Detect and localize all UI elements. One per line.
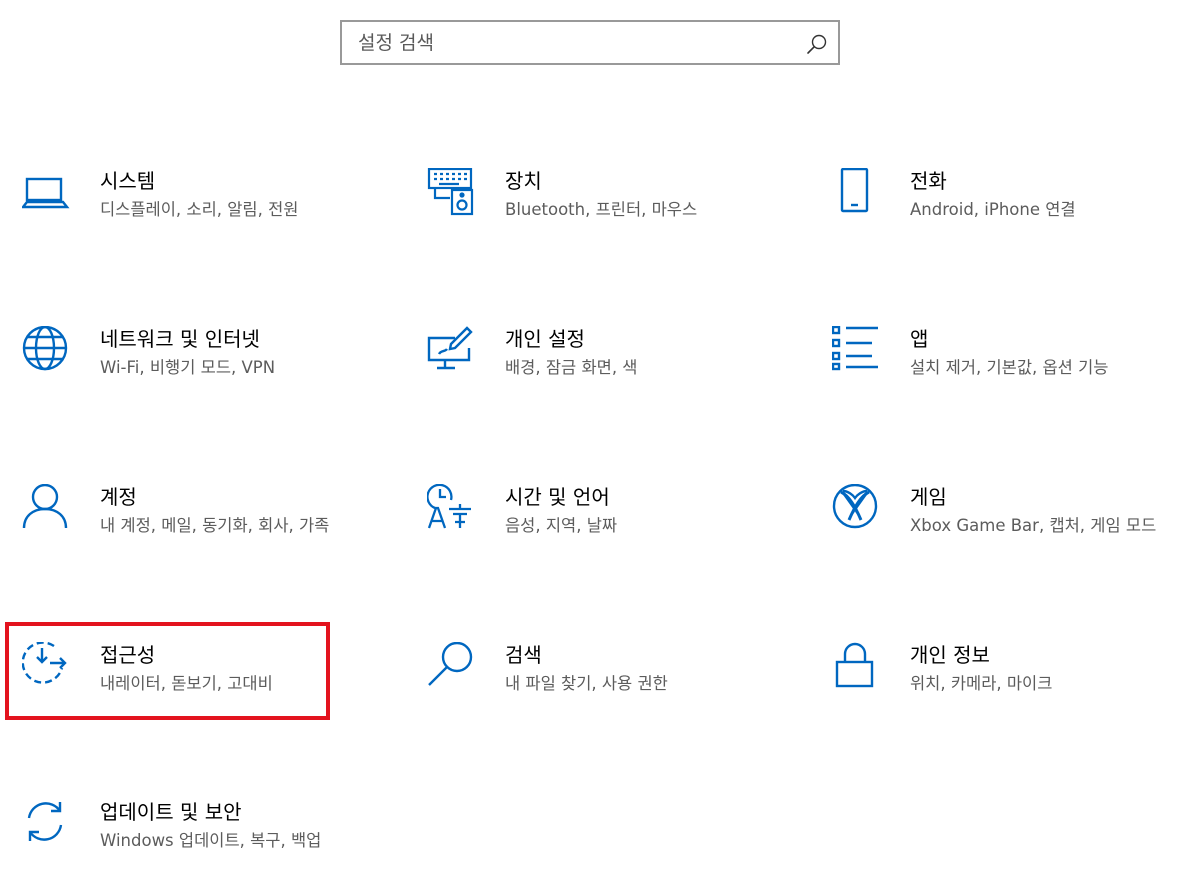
- laptop-icon: [22, 168, 72, 218]
- tile-privacy[interactable]: 개인 정보 위치, 카메라, 마이크: [832, 642, 1162, 752]
- tile-description: 배경, 잠금 화면, 색: [505, 358, 638, 377]
- tile-time-language[interactable]: 시간 및 언어 음성, 지역, 날짜: [427, 484, 757, 594]
- tile-description: 내레이터, 돋보기, 고대비: [100, 674, 273, 693]
- lock-icon: [832, 642, 882, 692]
- tile-devices[interactable]: 장치 Bluetooth, 프린터, 마우스: [427, 168, 757, 278]
- tile-system[interactable]: 시스템 디스플레이, 소리, 알림, 전원: [22, 168, 352, 278]
- tile-network[interactable]: 네트워크 및 인터넷 Wi-Fi, 비행기 모드, VPN: [22, 326, 352, 436]
- tile-title: 개인 설정: [505, 327, 585, 351]
- accessibility-icon: [22, 642, 72, 692]
- devices-icon: [427, 168, 477, 218]
- tile-title: 접근성: [100, 643, 156, 667]
- tile-description: 내 계정, 메일, 동기화, 회사, 가족: [100, 516, 330, 535]
- globe-icon: [22, 326, 72, 376]
- search-box[interactable]: [340, 20, 840, 65]
- tile-accessibility[interactable]: 접근성 내레이터, 돋보기, 고대비: [22, 642, 352, 752]
- tile-title: 전화: [910, 169, 947, 193]
- tile-gaming[interactable]: 게임 Xbox Game Bar, 캡처, 게임 모드: [832, 484, 1162, 594]
- tile-description: 위치, 카메라, 마이크: [910, 674, 1053, 693]
- tile-title: 네트워크 및 인터넷: [100, 327, 260, 351]
- personalization-icon: [427, 326, 477, 376]
- tile-search[interactable]: 검색 내 파일 찾기, 사용 권한: [427, 642, 757, 752]
- apps-list-icon: [832, 326, 882, 376]
- magnifier-icon: [427, 642, 477, 692]
- tile-title: 검색: [505, 643, 542, 667]
- tile-personalization[interactable]: 개인 설정 배경, 잠금 화면, 색: [427, 326, 757, 436]
- tile-title: 앱: [910, 327, 929, 351]
- tile-description: Xbox Game Bar, 캡처, 게임 모드: [910, 516, 1157, 535]
- tile-description: 디스플레이, 소리, 알림, 전원: [100, 200, 299, 219]
- time-language-icon: [427, 484, 477, 534]
- tile-title: 시간 및 언어: [505, 485, 610, 509]
- tile-apps[interactable]: 앱 설치 제거, 기본값, 옵션 기능: [832, 326, 1162, 436]
- tile-title: 게임: [910, 485, 947, 509]
- tile-title: 시스템: [100, 169, 156, 193]
- tile-title: 계정: [100, 485, 137, 509]
- xbox-icon: [832, 484, 882, 534]
- tile-description: Android, iPhone 연결: [910, 200, 1076, 219]
- tile-phone[interactable]: 전화 Android, iPhone 연결: [832, 168, 1162, 278]
- tile-update-security[interactable]: 업데이트 및 보안 Windows 업데이트, 복구, 백업: [22, 799, 352, 872]
- settings-home: 시스템 디스플레이, 소리, 알림, 전원 장치 Bluetooth, 프린터,…: [0, 0, 1187, 872]
- tile-title: 개인 정보: [910, 643, 990, 667]
- tile-description: Windows 업데이트, 복구, 백업: [100, 831, 322, 850]
- tile-description: 음성, 지역, 날짜: [505, 516, 618, 535]
- tile-description: Bluetooth, 프린터, 마우스: [505, 200, 698, 219]
- search-input[interactable]: [342, 22, 838, 63]
- phone-icon: [832, 168, 882, 218]
- tile-description: 내 파일 찾기, 사용 권한: [505, 674, 668, 693]
- tile-description: 설치 제거, 기본값, 옵션 기능: [910, 358, 1109, 377]
- person-icon: [22, 484, 72, 534]
- tile-title: 업데이트 및 보안: [100, 800, 242, 824]
- tile-accounts[interactable]: 계정 내 계정, 메일, 동기화, 회사, 가족: [22, 484, 352, 594]
- update-sync-icon: [22, 799, 72, 849]
- tile-description: Wi-Fi, 비행기 모드, VPN: [100, 358, 276, 377]
- tile-title: 장치: [505, 169, 542, 193]
- search-icon[interactable]: [806, 33, 828, 55]
